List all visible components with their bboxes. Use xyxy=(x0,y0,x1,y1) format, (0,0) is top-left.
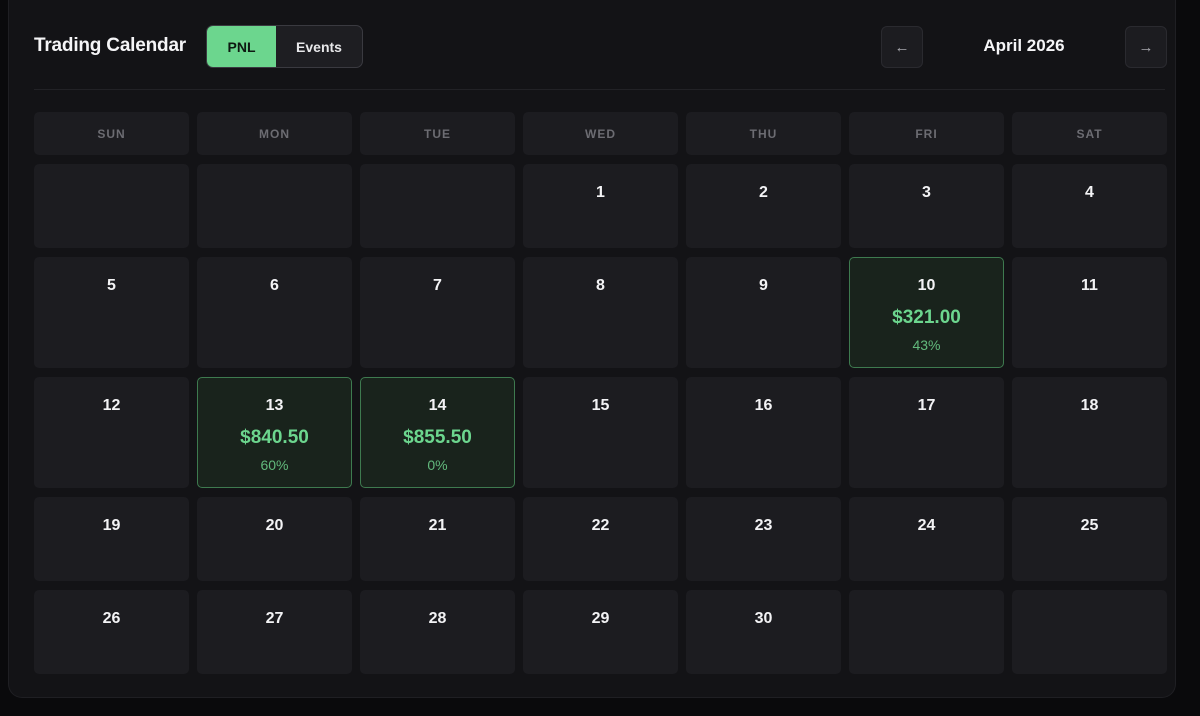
day-cell[interactable]: 17 xyxy=(849,377,1004,488)
weekday-label: FRI xyxy=(849,112,1004,155)
day-cell[interactable]: 15 xyxy=(523,377,678,488)
day-number: 24 xyxy=(917,517,936,534)
day-number: 17 xyxy=(917,397,936,414)
pnl-amount: $321.00 xyxy=(892,307,961,328)
day-number: 7 xyxy=(433,277,442,294)
day-number: 16 xyxy=(754,397,773,414)
calendar-week: 1 2 3 4 xyxy=(34,164,1167,248)
day-cell[interactable]: 6 xyxy=(197,257,352,368)
day-number: 13 xyxy=(265,397,284,414)
day-number: 26 xyxy=(102,610,121,627)
weekday-header-row: SUN MON TUE WED THU FRI SAT xyxy=(34,112,1167,155)
day-number: 3 xyxy=(922,184,931,201)
view-toggle: PNL Events xyxy=(206,25,363,68)
page-title: Trading Calendar xyxy=(34,35,187,56)
day-number: 4 xyxy=(1085,184,1094,201)
next-month-button[interactable]: → xyxy=(1125,26,1167,68)
previous-month-button[interactable]: ← xyxy=(881,26,923,68)
weekday-label: MON xyxy=(197,112,352,155)
day-cell-empty xyxy=(34,164,189,248)
day-cell-profit[interactable]: 13 $840.50 60% xyxy=(197,377,352,488)
arrow-right-icon: → xyxy=(1138,38,1154,56)
day-number: 12 xyxy=(102,397,121,414)
pnl-percent: 60% xyxy=(260,457,289,473)
day-number: 23 xyxy=(754,517,773,534)
day-cell[interactable]: 2 xyxy=(686,164,841,248)
day-cell[interactable]: 30 xyxy=(686,590,841,674)
day-number: 18 xyxy=(1080,397,1099,414)
arrow-left-icon: ← xyxy=(894,38,910,56)
day-cell[interactable]: 1 xyxy=(523,164,678,248)
day-number: 11 xyxy=(1081,277,1098,294)
pnl-amount: $840.50 xyxy=(240,427,309,448)
month-label: April 2026 xyxy=(983,36,1065,55)
day-cell[interactable]: 9 xyxy=(686,257,841,368)
day-cell[interactable]: 21 xyxy=(360,497,515,581)
events-toggle-button[interactable]: Events xyxy=(276,26,362,67)
calendar-week: 26 27 28 29 30 xyxy=(34,590,1167,674)
pnl-amount: $855.50 xyxy=(403,427,472,448)
day-number: 15 xyxy=(591,397,610,414)
day-cell[interactable]: 22 xyxy=(523,497,678,581)
calendar-week: 12 13 $840.50 60% 14 $855.50 0% 15 16 17… xyxy=(34,377,1167,488)
day-number: 30 xyxy=(754,610,773,627)
pnl-toggle-button[interactable]: PNL xyxy=(207,26,276,67)
day-cell[interactable]: 28 xyxy=(360,590,515,674)
day-cell[interactable]: 24 xyxy=(849,497,1004,581)
weekday-label: SAT xyxy=(1012,112,1167,155)
day-number: 2 xyxy=(759,184,768,201)
day-number: 29 xyxy=(591,610,610,627)
day-cell[interactable]: 16 xyxy=(686,377,841,488)
day-number: 5 xyxy=(107,277,116,294)
pnl-percent: 43% xyxy=(912,337,941,353)
calendar-grid: SUN MON TUE WED THU FRI SAT 1 2 3 4 5 6 … xyxy=(34,112,1167,674)
day-cell[interactable]: 3 xyxy=(849,164,1004,248)
day-number: 19 xyxy=(102,517,121,534)
day-cell[interactable]: 18 xyxy=(1012,377,1167,488)
day-cell[interactable]: 7 xyxy=(360,257,515,368)
day-cell[interactable]: 12 xyxy=(34,377,189,488)
day-number: 8 xyxy=(596,277,605,294)
day-cell[interactable]: 20 xyxy=(197,497,352,581)
day-cell-empty xyxy=(849,590,1004,674)
weekday-label: TUE xyxy=(360,112,515,155)
calendar-week: 5 6 7 8 9 10 $321.00 43% 11 xyxy=(34,257,1167,368)
day-cell[interactable]: 25 xyxy=(1012,497,1167,581)
day-cell-profit[interactable]: 10 $321.00 43% xyxy=(849,257,1004,368)
day-cell-empty xyxy=(197,164,352,248)
day-number: 27 xyxy=(265,610,284,627)
day-cell[interactable]: 19 xyxy=(34,497,189,581)
pnl-percent: 0% xyxy=(427,457,448,473)
day-number: 14 xyxy=(428,397,447,414)
day-cell[interactable]: 11 xyxy=(1012,257,1167,368)
day-cell[interactable]: 27 xyxy=(197,590,352,674)
day-cell-profit[interactable]: 14 $855.50 0% xyxy=(360,377,515,488)
day-number: 9 xyxy=(759,277,768,294)
day-cell[interactable]: 8 xyxy=(523,257,678,368)
day-number: 22 xyxy=(591,517,610,534)
day-cell[interactable]: 23 xyxy=(686,497,841,581)
day-number: 28 xyxy=(428,610,447,627)
day-number: 6 xyxy=(270,277,279,294)
day-number: 20 xyxy=(265,517,284,534)
day-number: 25 xyxy=(1080,517,1099,534)
day-number: 10 xyxy=(917,277,936,294)
day-number: 1 xyxy=(596,184,605,201)
day-cell[interactable]: 4 xyxy=(1012,164,1167,248)
day-cell[interactable]: 29 xyxy=(523,590,678,674)
calendar-panel: Trading Calendar PNL Events ← April 2026… xyxy=(8,0,1176,698)
weekday-label: SUN xyxy=(34,112,189,155)
header-divider xyxy=(34,89,1165,90)
calendar-week: 19 20 21 22 23 24 25 xyxy=(34,497,1167,581)
day-number: 21 xyxy=(428,517,447,534)
day-cell[interactable]: 26 xyxy=(34,590,189,674)
day-cell-empty xyxy=(1012,590,1167,674)
day-cell[interactable]: 5 xyxy=(34,257,189,368)
day-cell-empty xyxy=(360,164,515,248)
weekday-label: WED xyxy=(523,112,678,155)
calendar-header: Trading Calendar PNL Events ← April 2026… xyxy=(9,0,1175,90)
weekday-label: THU xyxy=(686,112,841,155)
